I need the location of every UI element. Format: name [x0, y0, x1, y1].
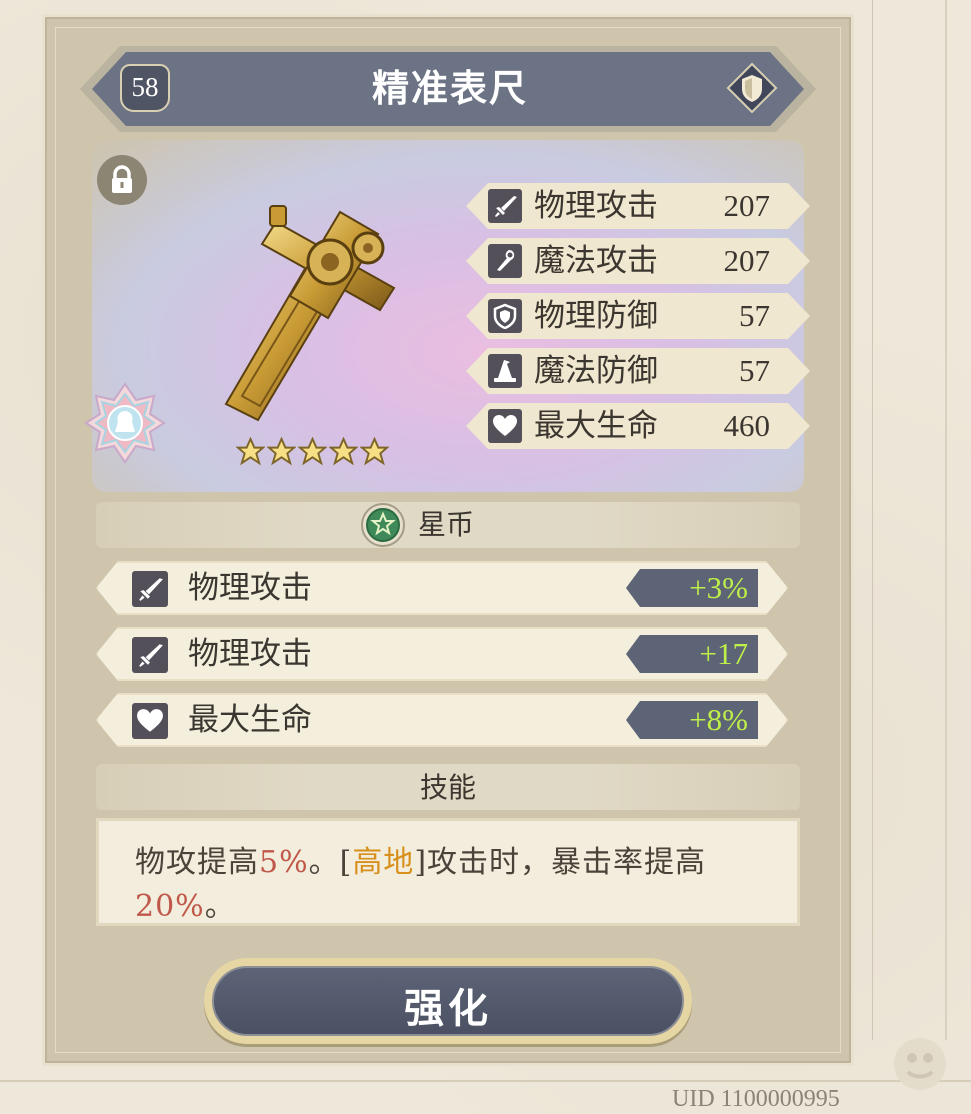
- substat-row: 物理攻击 +3%: [96, 561, 788, 615]
- stat-label: 物理攻击: [534, 188, 658, 224]
- enhance-button[interactable]: 强化: [204, 958, 692, 1044]
- stat-row-physical-defense: 物理防御 57: [466, 293, 810, 339]
- skill-description-box: 物攻提高5%。[高地]攻击时，暴击率提高20%。: [96, 818, 800, 926]
- wizard-hat-icon: [488, 354, 522, 388]
- side-frame: [872, 0, 947, 1040]
- item-image: [218, 200, 408, 430]
- star-icon: [267, 437, 296, 466]
- highlight-tag: 高地: [352, 845, 415, 880]
- skill-title: 技能: [419, 771, 476, 804]
- lock-icon[interactable]: [97, 155, 147, 205]
- stat-label: 最大生命: [534, 408, 658, 444]
- sword-icon: [132, 571, 168, 607]
- stat-row-physical-attack: 物理攻击 207: [466, 183, 810, 229]
- level-badge: 58: [120, 64, 170, 112]
- star-rating: [236, 437, 392, 467]
- star-icon: [236, 437, 265, 466]
- substat-value: +3%: [689, 570, 748, 605]
- stat-row-max-hp: 最大生命 460: [466, 403, 810, 449]
- stat-value: 207: [723, 243, 770, 278]
- star-coin-icon: [360, 502, 406, 548]
- substat-row: 物理攻击 +17: [96, 627, 788, 681]
- rarity-flower-icon[interactable]: [82, 380, 168, 466]
- substat-row: 最大生命 +8%: [96, 693, 788, 747]
- substat-value-pill: +17: [626, 635, 758, 673]
- skill-description: 物攻提高5%。[高地]攻击时，暴击率提高20%。: [135, 845, 707, 924]
- equip-type-shield-icon[interactable]: [726, 62, 778, 114]
- divider: [0, 1080, 971, 1082]
- sword-icon: [132, 637, 168, 673]
- substat-label: 物理攻击: [188, 570, 312, 606]
- heart-icon: [132, 703, 168, 739]
- item-name: 精准表尺: [372, 66, 528, 110]
- user-id: UID 1100000995: [672, 1086, 840, 1112]
- sword-icon: [488, 189, 522, 223]
- stat-value: 57: [739, 298, 770, 333]
- substat-value-pill: +3%: [626, 569, 758, 607]
- mascot-deco-icon: [890, 1034, 950, 1094]
- substat-value: +8%: [689, 702, 748, 737]
- star-icon: [298, 437, 327, 466]
- star-icon: [360, 437, 389, 466]
- stat-row-magic-defense: 魔法防御 57: [466, 348, 810, 394]
- stat-label: 物理防御: [534, 298, 658, 334]
- section-label: 星币: [418, 508, 475, 541]
- heart-icon: [488, 409, 522, 443]
- stat-row-magic-attack: 魔法攻击 207: [466, 238, 810, 284]
- substat-value: +17: [699, 636, 748, 671]
- stat-value: 57: [739, 353, 770, 388]
- substat-value-pill: +8%: [626, 701, 758, 739]
- enhance-button-label: 强化: [404, 985, 492, 1032]
- staff-icon: [488, 244, 522, 278]
- stat-label: 魔法攻击: [534, 243, 658, 279]
- stat-value: 207: [723, 188, 770, 223]
- stat-label: 魔法防御: [534, 353, 658, 389]
- shield-icon: [488, 299, 522, 333]
- highlight-value: 20%: [135, 889, 205, 924]
- stat-value: 460: [723, 408, 770, 443]
- star-icon: [329, 437, 358, 466]
- substat-label: 物理攻击: [188, 636, 312, 672]
- highlight-value: 5%: [259, 845, 309, 880]
- substat-label: 最大生命: [188, 702, 312, 738]
